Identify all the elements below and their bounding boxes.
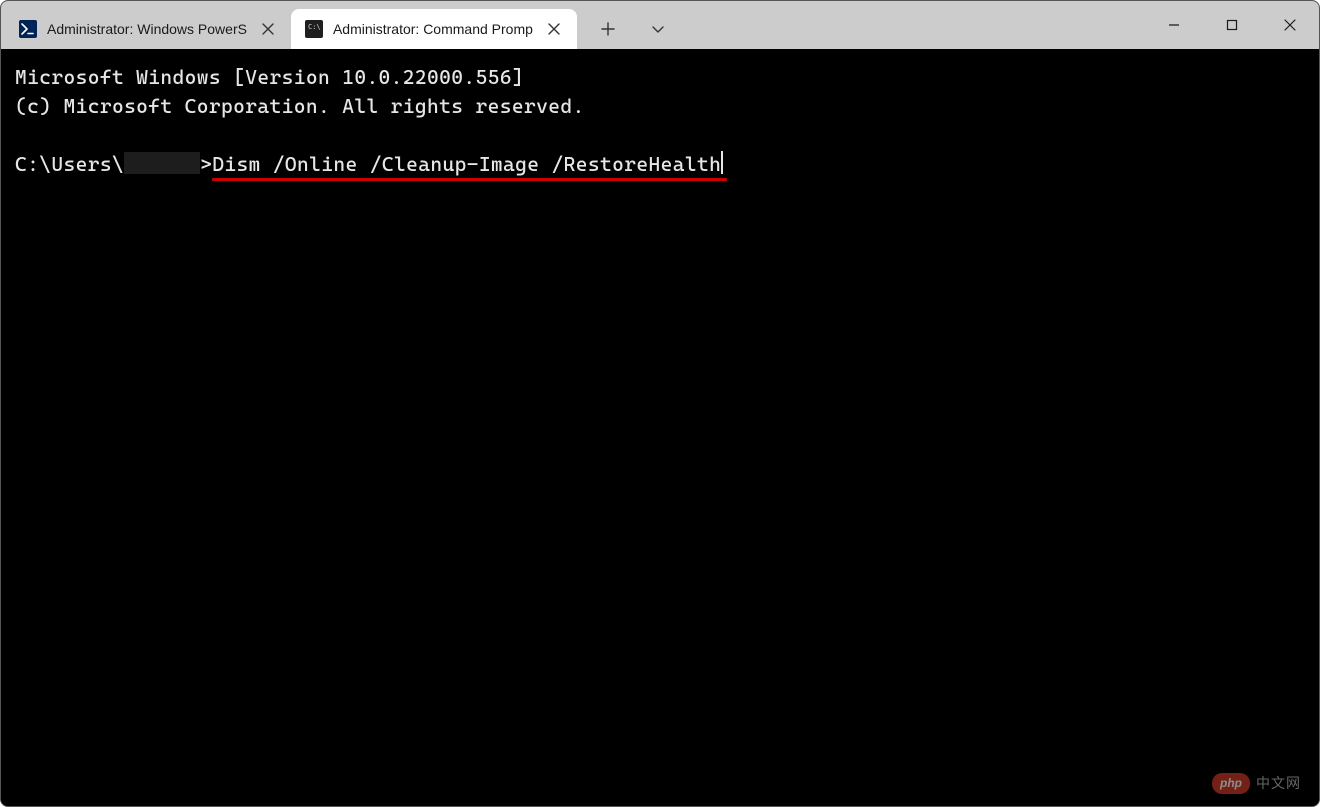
tab-dropdown-button[interactable] xyxy=(635,9,681,49)
tab-cmd[interactable]: C:\ Administrator: Command Promp xyxy=(291,9,577,49)
watermark: php 中文网 xyxy=(1212,773,1301,794)
text-cursor xyxy=(721,151,723,174)
banner-line: Microsoft Windows [Version 10.0.22000.55… xyxy=(15,65,524,89)
window-controls xyxy=(1145,1,1319,49)
command-wrap: Dism /Online /Cleanup-Image /RestoreHeal… xyxy=(212,150,721,179)
tab-strip: Administrator: Windows PowerS C:\ Admini… xyxy=(1,1,577,49)
powershell-icon xyxy=(19,20,37,38)
tab-close-button[interactable] xyxy=(543,18,565,40)
tab-title: Administrator: Windows PowerS xyxy=(47,21,247,37)
prompt-suffix: > xyxy=(200,152,212,176)
annotation-underline xyxy=(212,178,727,181)
minimize-button[interactable] xyxy=(1145,1,1203,49)
watermark-text: 中文网 xyxy=(1256,773,1301,793)
titlebar-drag-region[interactable] xyxy=(681,1,1145,49)
terminal-window: Administrator: Windows PowerS C:\ Admini… xyxy=(0,0,1320,807)
tab-close-button[interactable] xyxy=(257,18,279,40)
new-tab-button[interactable] xyxy=(585,9,631,49)
maximize-button[interactable] xyxy=(1203,1,1261,49)
terminal-viewport[interactable]: Microsoft Windows [Version 10.0.22000.55… xyxy=(1,49,1319,806)
tab-powershell[interactable]: Administrator: Windows PowerS xyxy=(5,9,291,49)
tab-actions xyxy=(577,1,681,49)
svg-text:C:\: C:\ xyxy=(308,23,321,31)
tab-title: Administrator: Command Promp xyxy=(333,21,533,37)
close-button[interactable] xyxy=(1261,1,1319,49)
command-text: Dism /Online /Cleanup-Image /RestoreHeal… xyxy=(212,152,721,176)
prompt-prefix: C:\Users\ xyxy=(15,152,124,176)
banner-line: (c) Microsoft Corporation. All rights re… xyxy=(15,94,585,118)
watermark-badge: php xyxy=(1212,773,1250,794)
cmd-icon: C:\ xyxy=(305,20,323,38)
titlebar: Administrator: Windows PowerS C:\ Admini… xyxy=(1,1,1319,49)
redacted-username xyxy=(124,152,200,174)
